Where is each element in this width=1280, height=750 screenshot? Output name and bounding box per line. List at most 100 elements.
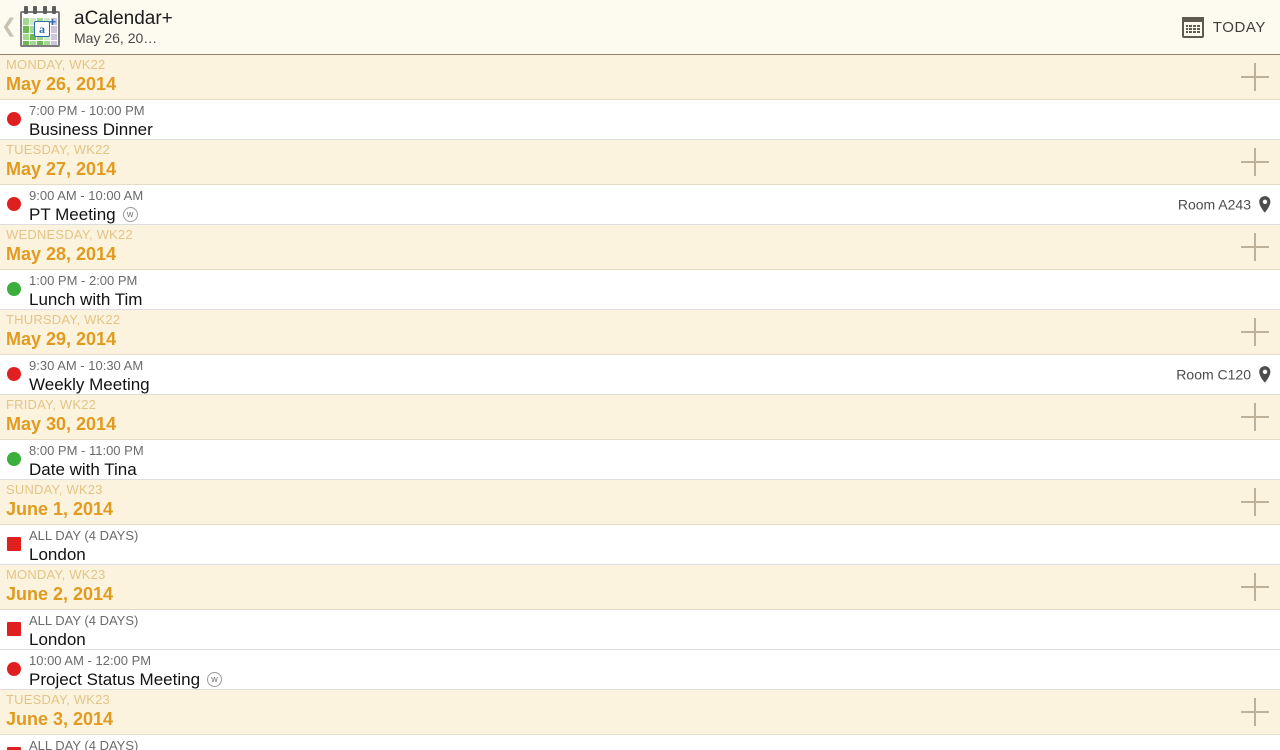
day-date-label: June 2, 2014 [6, 584, 114, 604]
day-header-row[interactable]: MONDAY, WK23 June 2, 2014 [0, 565, 1280, 610]
event-time-label: 7:00 PM - 10:00 PM [29, 103, 145, 118]
event-title-label: Project Status Meeting [29, 670, 201, 689]
day-date-label: May 30, 2014 [6, 414, 117, 434]
day-weekday-label: WEDNESDAY, WK22 [6, 227, 133, 242]
day-header-row[interactable]: MONDAY, WK22 May 26, 2014 [0, 55, 1280, 100]
app-icon-plus-icon: + [49, 15, 57, 29]
event-time-label: ALL DAY (4 DAYS) [29, 613, 139, 628]
calendar-icon [1181, 16, 1204, 38]
day-date-label: May 26, 2014 [6, 74, 117, 94]
event-text-block: 9:00 AM - 10:00 AM PT Meeting w [6, 185, 1280, 225]
event-row[interactable]: ALL DAY (4 DAYS) London [0, 525, 1280, 565]
day-weekday-label: FRIDAY, WK22 [6, 397, 97, 412]
day-weekday-label: TUESDAY, WK23 [6, 692, 110, 707]
event-title-label: London [29, 545, 86, 564]
day-header-row[interactable]: TUESDAY, WK23 June 3, 2014 [0, 690, 1280, 735]
day-header-row[interactable]: SUNDAY, WK23 June 1, 2014 [0, 480, 1280, 525]
event-row[interactable]: 9:30 AM - 10:30 AM Weekly Meeting Room C12… [0, 355, 1280, 395]
event-time-label: ALL DAY (4 DAYS) [29, 528, 139, 543]
event-text-block: 7:00 PM - 10:00 PM Business Dinner [6, 100, 1280, 140]
event-color-dot [7, 662, 21, 676]
event-row[interactable]: 10:00 AM - 12:00 PM Project Status Meetin… [0, 650, 1280, 690]
event-time-label: 1:00 PM - 2:00 PM [29, 273, 138, 288]
event-title-line: Business Dinner [29, 119, 1280, 140]
day-weekday-label: THURSDAY, WK22 [6, 312, 121, 327]
today-button[interactable]: TODAY [1172, 0, 1280, 54]
event-row[interactable]: 7:00 PM - 10:00 PM Business Dinner [0, 100, 1280, 140]
day-date-label: June 1, 2014 [6, 499, 114, 519]
event-row[interactable]: 8:00 PM - 11:00 PM Date with Tina [0, 440, 1280, 480]
event-color-dot [7, 112, 21, 126]
event-title-line: London [29, 629, 1280, 650]
recurring-weekly-icon: w [122, 207, 138, 222]
day-weekday-label: MONDAY, WK23 [6, 567, 106, 582]
event-row[interactable]: ALL DAY (4 DAYS) London [0, 610, 1280, 650]
day-weekday-label: TUESDAY, WK22 [6, 142, 110, 157]
map-pin-icon[interactable] [1258, 365, 1272, 384]
event-title-label: London [29, 630, 86, 649]
plus-icon[interactable] [1238, 145, 1272, 179]
all-day-event-marker [7, 622, 21, 636]
plus-icon[interactable] [1238, 400, 1272, 434]
day-date-label: May 29, 2014 [6, 329, 117, 349]
event-location-label: Room A243 [1177, 196, 1251, 213]
event-text-block: ALL DAY (4 DAYS) London [6, 610, 1280, 650]
day-date-label: June 3, 2014 [6, 709, 114, 729]
event-time-label: 10:00 AM - 12:00 PM [29, 653, 152, 668]
event-text-block: 8:00 PM - 11:00 PM Date with Tina [6, 440, 1280, 480]
day-date-label: May 27, 2014 [6, 159, 117, 179]
day-weekday-label: SUNDAY, WK23 [6, 482, 103, 497]
event-time-label: ALL DAY (4 DAYS) [29, 738, 139, 750]
all-day-event-marker [7, 537, 21, 551]
event-title-line: Lunch with Tim [29, 289, 1280, 310]
event-time-label: 9:00 AM - 10:00 AM [29, 188, 144, 203]
plus-icon[interactable] [1238, 695, 1272, 729]
plus-icon[interactable] [1238, 485, 1272, 519]
agenda-list[interactable]: MONDAY, WK22 May 26, 2014 7:00 PM - 10:00 … [0, 55, 1280, 750]
event-title-line: London [29, 544, 1280, 565]
event-color-dot [7, 452, 21, 466]
event-text-block: 9:30 AM - 10:30 AM Weekly Meeting [6, 355, 1280, 395]
plus-icon[interactable] [1238, 570, 1272, 604]
event-color-dot [7, 367, 21, 381]
recurring-weekly-icon: w [207, 672, 223, 687]
today-button-label: TODAY [1212, 18, 1266, 36]
page-subtitle: May 26, 20… [74, 29, 158, 46]
plus-icon[interactable] [1238, 60, 1272, 94]
event-location: Room C120 [1176, 365, 1272, 384]
event-location-label: Room C120 [1176, 366, 1251, 383]
event-color-dot [7, 197, 21, 211]
event-text-block: ALL DAY (4 DAYS) London [6, 525, 1280, 565]
event-title-label: Date with Tina [29, 460, 137, 479]
page-title: aCalendar+ [74, 7, 173, 29]
event-location: Room A243 [1178, 195, 1272, 214]
top-app-bar: ❮ a + aCalendar+ May 26, 20… TODAY [0, 0, 1280, 55]
day-header-row[interactable]: WEDNESDAY, WK22 May 28, 2014 [0, 225, 1280, 270]
day-header-row[interactable]: FRIDAY, WK22 May 30, 2014 [0, 395, 1280, 440]
event-row[interactable]: 9:00 AM - 10:00 AM PT Meeting w Room A243 [0, 185, 1280, 225]
acalendar-app-icon: a + [18, 6, 62, 48]
event-title-line: Weekly Meeting [29, 374, 1280, 395]
event-title-label: Business Dinner [29, 120, 153, 139]
day-header-row[interactable]: TUESDAY, WK22 May 27, 2014 [0, 140, 1280, 185]
event-text-block: 10:00 AM - 12:00 PM Project Status Meetin… [6, 650, 1280, 690]
day-header-row[interactable]: THURSDAY, WK22 May 29, 2014 [0, 310, 1280, 355]
event-title-line: PT Meeting w [29, 204, 1280, 225]
event-text-block: ALL DAY (4 DAYS) [6, 735, 1280, 750]
event-title-label: Weekly Meeting [29, 375, 150, 394]
chevron-left-icon[interactable]: ❮ [0, 17, 18, 38]
event-color-dot [7, 282, 21, 296]
app-icon-letter: a [34, 21, 50, 37]
plus-icon[interactable] [1238, 230, 1272, 264]
event-row[interactable]: ALL DAY (4 DAYS) [0, 735, 1280, 750]
event-row[interactable]: 1:00 PM - 2:00 PM Lunch with Tim [0, 270, 1280, 310]
day-weekday-label: MONDAY, WK22 [6, 57, 106, 72]
plus-icon[interactable] [1238, 315, 1272, 349]
event-time-label: 8:00 PM - 11:00 PM [29, 443, 144, 458]
event-text-block: 1:00 PM - 2:00 PM Lunch with Tim [6, 270, 1280, 310]
event-title-line: Date with Tina [29, 459, 1280, 480]
day-date-label: May 28, 2014 [6, 244, 117, 264]
title-block: aCalendar+ May 26, 20… [74, 8, 1172, 47]
map-pin-icon[interactable] [1258, 195, 1272, 214]
event-title-label: PT Meeting [29, 205, 116, 224]
